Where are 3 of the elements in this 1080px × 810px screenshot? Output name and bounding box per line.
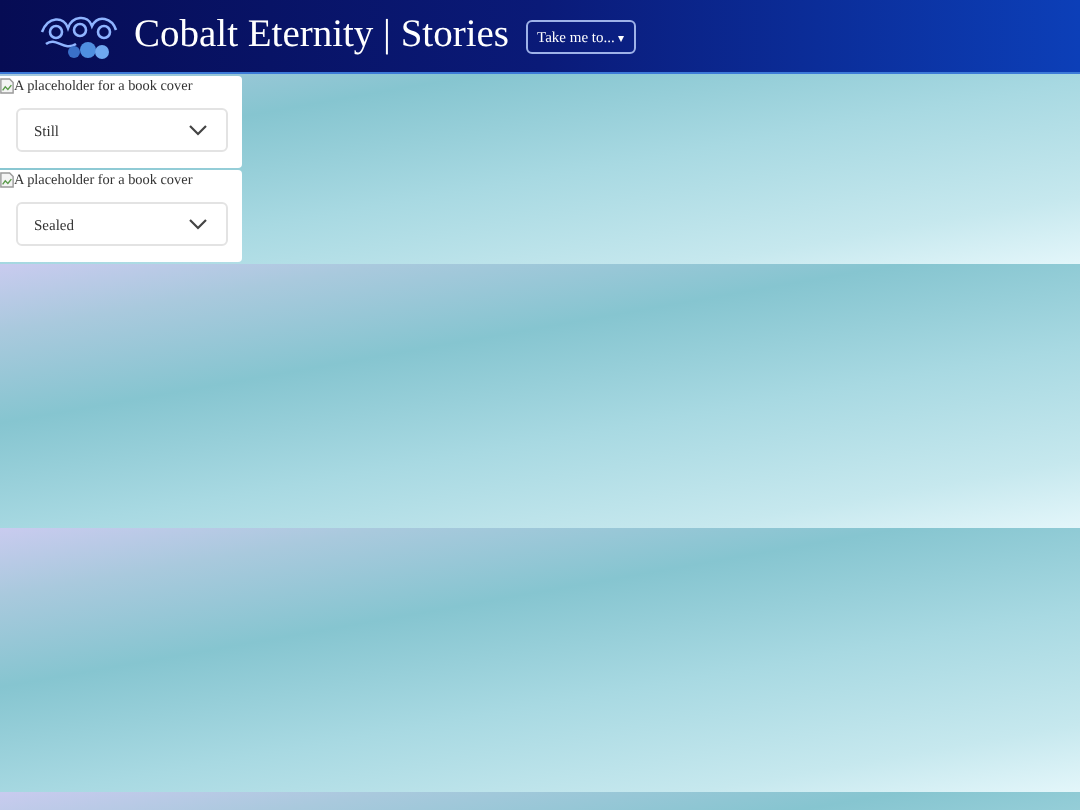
site-title: Cobalt Eternity | Stories	[134, 14, 510, 58]
chevron-down-icon	[188, 218, 208, 230]
chevron-down-icon	[188, 124, 208, 136]
